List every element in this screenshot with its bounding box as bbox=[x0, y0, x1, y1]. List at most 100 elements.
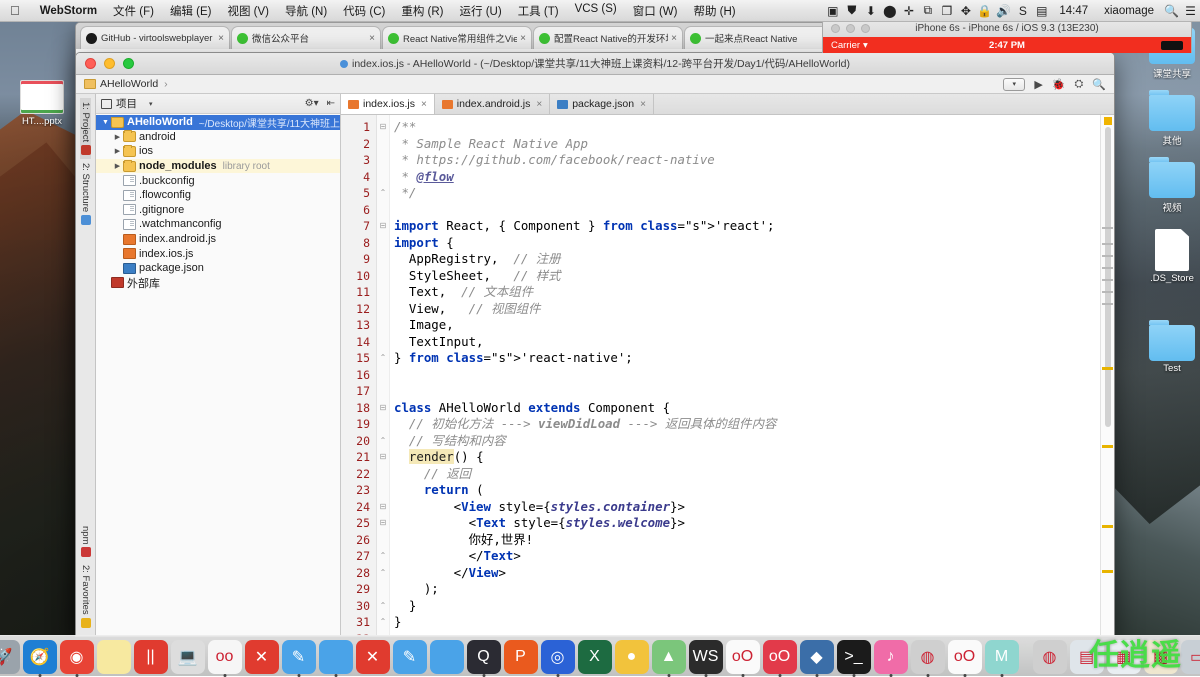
marker-tick[interactable] bbox=[1102, 243, 1113, 245]
code-line-22[interactable]: // 返回 bbox=[390, 466, 1100, 483]
close-tab-icon[interactable]: × bbox=[640, 99, 646, 110]
dock-item-app-gray-2[interactable]: ◍ bbox=[1033, 640, 1067, 674]
code-line-24[interactable]: <View style={styles.container}> bbox=[390, 499, 1100, 516]
tree-row-.gitignore[interactable]: .gitignore bbox=[96, 203, 340, 218]
dock-item-folder-dark[interactable] bbox=[319, 640, 353, 674]
macos-menu-bar[interactable]:  WebStorm 文件 (F)编辑 (E)视图 (V)导航 (N)代码 (C… bbox=[0, 0, 1200, 22]
screenshot-icon[interactable]: ⧉ bbox=[918, 3, 937, 18]
rail-tab-favorites[interactable]: 2: Favorites bbox=[80, 561, 91, 632]
code-folding-gutter[interactable]: ⊟⌃⊟⌃⊟⌃⊟⊟⊟⌃⌃⌃⌃ bbox=[377, 115, 390, 636]
code-line-19[interactable]: // 初始化方法 ---> viewDidLoad ---> 返回具体的组件内容 bbox=[390, 416, 1100, 433]
editor-tab-bar[interactable]: index.ios.js×index.android.js×package.js… bbox=[341, 94, 1114, 115]
browser-tab-1[interactable]: 微信公众平台× bbox=[231, 26, 381, 49]
dock-item-notes[interactable] bbox=[97, 640, 131, 674]
disclosure-triangle-icon[interactable]: ▶ bbox=[112, 162, 123, 170]
search-everywhere-icon[interactable]: 🔍 bbox=[1092, 78, 1106, 91]
marker-tick[interactable] bbox=[1102, 227, 1113, 229]
editor-marker-scrollbar[interactable] bbox=[1100, 115, 1114, 636]
desktop-icon-视频[interactable]: 视频 bbox=[1140, 162, 1200, 214]
dock-item-documents[interactable]: ▩ bbox=[1144, 640, 1178, 674]
code-line-11[interactable]: Text, // 文本组件 bbox=[390, 284, 1100, 301]
tree-row-.flowconfig[interactable]: .flowconfig bbox=[96, 188, 340, 203]
dock-item-downloads[interactable]: ▦ bbox=[1107, 640, 1141, 674]
notification-center-icon[interactable]: ☰ bbox=[1181, 4, 1200, 18]
navigation-bar[interactable]: AHelloWorld › ▾ ▶ 🐞 ⛭ 🔍 bbox=[76, 75, 1114, 94]
rail-tab-npm[interactable]: npm bbox=[80, 522, 91, 561]
code-line-10[interactable]: StyleSheet, // 样式 bbox=[390, 268, 1100, 285]
browser-tab-2[interactable]: React Native常用组件之View× bbox=[382, 26, 532, 49]
code-line-7[interactable]: import React, { Component } from class="… bbox=[390, 218, 1100, 235]
tree-row-.watchmanconfig[interactable]: .watchmanconfig bbox=[96, 217, 340, 232]
code-line-25[interactable]: <Text style={styles.welcome}> bbox=[390, 515, 1100, 532]
code-line-8[interactable]: import { bbox=[390, 235, 1100, 252]
dock-item-yellow-app[interactable]: ● bbox=[615, 640, 649, 674]
macos-dock[interactable]: ☺🚀🧭◉||💻oo✕✎✕✎QP◎X●▲WSoOoO◆>_♪◍oOM ◍▤▦▩▭🗑… bbox=[0, 635, 1200, 676]
code-line-30[interactable]: } bbox=[390, 598, 1100, 615]
code-line-16[interactable] bbox=[390, 367, 1100, 384]
desktop-icon-HT....pptx[interactable]: HT....pptx bbox=[10, 80, 74, 127]
search-icon[interactable]: 🔍 bbox=[1162, 4, 1181, 18]
menu-item-4[interactable]: 代码 (C) bbox=[335, 3, 393, 19]
browser-tab-0[interactable]: GitHub - virtoolswebplayer× bbox=[80, 26, 230, 49]
marker-tick-warning[interactable] bbox=[1102, 525, 1113, 528]
close-tab-icon[interactable]: × bbox=[536, 99, 542, 110]
dock-item-sublime[interactable]: M bbox=[985, 640, 1019, 674]
browser-tab-strip[interactable]: GitHub - virtoolswebplayer×微信公众平台×React … bbox=[76, 23, 914, 49]
dock-item-qq-white-2[interactable]: oO bbox=[948, 640, 982, 674]
code-line-2[interactable]: * Sample React Native App bbox=[390, 136, 1100, 153]
dock-item-webstorm[interactable]: WS bbox=[689, 640, 723, 674]
tree-row-index.android.js[interactable]: index.android.js bbox=[96, 232, 340, 247]
editor-tab-package.json[interactable]: package.json× bbox=[550, 94, 654, 114]
rail-tab-project[interactable]: 1: Project bbox=[80, 98, 91, 159]
dock-item-xmind-1[interactable]: ✕ bbox=[245, 640, 279, 674]
skype-icon[interactable]: S bbox=[1013, 4, 1032, 18]
marker-tick-warning[interactable] bbox=[1102, 445, 1113, 448]
menu-item-7[interactable]: 工具 (T) bbox=[510, 3, 567, 19]
menu-app-name[interactable]: WebStorm bbox=[32, 5, 105, 17]
apple-icon[interactable]:  bbox=[10, 4, 20, 17]
dock-item-keynote-p[interactable]: P bbox=[504, 640, 538, 674]
tree-row-index.ios.js[interactable]: index.ios.js bbox=[96, 246, 340, 261]
battery-icon[interactable]: ▤ bbox=[1032, 4, 1051, 18]
fold-marker[interactable]: ⌃ bbox=[377, 614, 389, 631]
breadcrumb-project[interactable]: AHelloWorld bbox=[100, 78, 158, 90]
ios-simulator-window[interactable]: iPhone 6s - iPhone 6s / iOS 9.3 (13E230)… bbox=[822, 18, 1192, 62]
dock-item-xmind-2[interactable]: ✕ bbox=[356, 640, 390, 674]
fold-marker[interactable]: ⊟ bbox=[377, 515, 389, 532]
rail-tab-structure[interactable]: 2: Structure bbox=[80, 159, 91, 229]
dock-item-launchpad[interactable]: 🚀 bbox=[0, 640, 20, 674]
menu-item-1[interactable]: 编辑 (E) bbox=[162, 3, 220, 19]
code-line-17[interactable] bbox=[390, 383, 1100, 400]
marker-tick[interactable] bbox=[1102, 267, 1113, 269]
dock-item-itunes[interactable]: ♪ bbox=[874, 640, 908, 674]
inspection-status-marker[interactable] bbox=[1104, 117, 1112, 125]
close-tab-icon[interactable]: × bbox=[520, 33, 526, 44]
menu-item-3[interactable]: 导航 (N) bbox=[277, 3, 335, 19]
disclosure-triangle-icon[interactable]: ▶ bbox=[112, 133, 123, 141]
project-panel-actions[interactable]: ⚙▾ ⇤ bbox=[305, 98, 335, 109]
tree-row-node_modules[interactable]: ▶node_moduleslibrary root bbox=[96, 159, 340, 174]
code-line-5[interactable]: */ bbox=[390, 185, 1100, 202]
scrollbar-thumb[interactable] bbox=[1105, 127, 1111, 427]
dock-item-android-std[interactable]: ▲ bbox=[652, 640, 686, 674]
fold-marker[interactable]: ⌃ bbox=[377, 433, 389, 450]
window-traffic-lights[interactable] bbox=[76, 58, 134, 69]
project-panel-header[interactable]: 项目 ▾ ⚙▾ ⇤ bbox=[96, 94, 340, 114]
download-icon[interactable]: ⬇ bbox=[861, 4, 880, 18]
menu-status-icons[interactable]: ▣⛊⬇⬤✛⧉❐✥🔒🔊S▤ bbox=[823, 3, 1051, 18]
shield-icon[interactable]: ⛊ bbox=[842, 3, 861, 18]
menu-items-group[interactable]: 文件 (F)编辑 (E)视图 (V)导航 (N)代码 (C)重构 (R)运行 (… bbox=[105, 3, 744, 19]
tree-row-.buckconfig[interactable]: .buckconfig bbox=[96, 173, 340, 188]
tree-row-package.json[interactable]: package.json bbox=[96, 261, 340, 276]
browser-tab-4[interactable]: 一起来点React Native× bbox=[684, 26, 834, 49]
code-line-31[interactable]: } bbox=[390, 614, 1100, 631]
webstorm-window[interactable]: index.ios.js - AHelloWorld - (~/Desktop/… bbox=[75, 52, 1115, 637]
code-line-12[interactable]: View, // 视图组件 bbox=[390, 301, 1100, 318]
airplay-icon[interactable]: ✛ bbox=[899, 4, 918, 18]
menu-item-6[interactable]: 运行 (U) bbox=[452, 3, 510, 19]
tree-row-外部库[interactable]: 外部库 bbox=[96, 276, 340, 291]
dock-item-preview[interactable]: ▤ bbox=[1070, 640, 1104, 674]
disclosure-triangle-icon[interactable]: ▶ bbox=[112, 147, 123, 155]
marker-tick-warning[interactable] bbox=[1102, 570, 1113, 573]
code-line-18[interactable]: class AHelloWorld extends Component { bbox=[390, 400, 1100, 417]
